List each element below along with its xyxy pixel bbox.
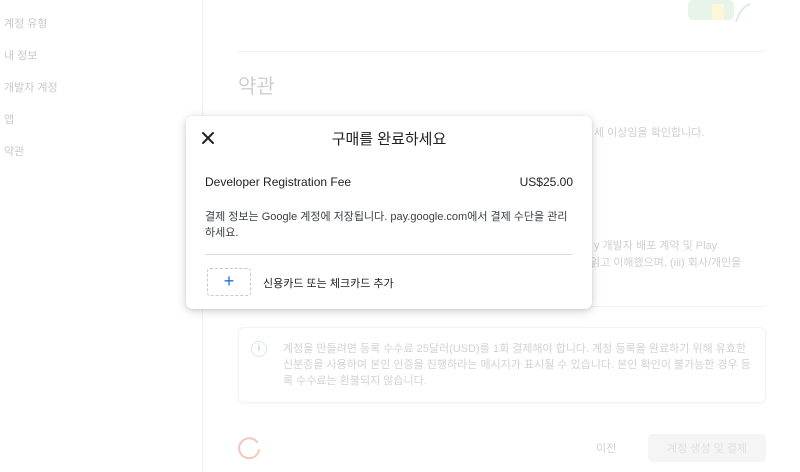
- add-card-label[interactable]: 신용카드 또는 체크카드 추가: [263, 275, 394, 291]
- sidebar-item-developer-account[interactable]: 개발자 계정: [4, 79, 58, 95]
- sidebar-item-terms[interactable]: 약관: [4, 143, 24, 159]
- dialog-title: 구매를 완료하세요: [331, 131, 447, 148]
- add-card-button[interactable]: + 신용카드 또는 체크카드 추가: [207, 268, 547, 296]
- sidebar-item-my-info[interactable]: 내 정보: [4, 47, 37, 63]
- loading-spinner-icon: [238, 437, 260, 460]
- registration-fee-notice: i 계정을 만들려면 등록 수수료 25달러(USD)를 1회 결제해야 합니다…: [238, 327, 766, 403]
- fee-item-label: Developer Registration Fee: [205, 175, 352, 189]
- dialog-divider: [205, 254, 573, 255]
- sidebar: 계정 유형 내 정보 개발자 계정 앱 약관: [0, 0, 203, 472]
- plus-icon[interactable]: +: [207, 268, 251, 296]
- terms-age-text: 세 이상임을 확인합니다.: [594, 127, 705, 139]
- complete-purchase-dialog: 구매를 완료하세요 Developer Registration Fee US$…: [186, 116, 592, 309]
- info-icon: i: [251, 341, 267, 357]
- terms-section-title: 약관: [238, 76, 275, 98]
- create-account-and-pay-button[interactable]: 계정 생성 및 결제: [648, 434, 766, 462]
- terms-agreement-text-2: 읽고 이해했으며, (iii) 회사/개인을: [590, 257, 742, 269]
- payment-info-note: 결제 정보는 Google 계정에 저장됩니다. pay.google.com에…: [205, 211, 568, 239]
- sidebar-item-account-type[interactable]: 계정 유형: [4, 15, 48, 31]
- fee-item-amount: US$25.00: [519, 175, 573, 189]
- registration-fee-notice-text: 계정을 만들려면 등록 수수료 25달러(USD)를 1회 결제해야 합니다. …: [283, 343, 751, 387]
- sidebar-item-apps[interactable]: 앱: [4, 111, 14, 127]
- terms-agreement-text: y 개발자 배포 계약 및 Play: [594, 240, 718, 252]
- previous-button[interactable]: 이전: [596, 440, 616, 456]
- section-divider: [238, 51, 765, 52]
- decorative-illustration: [688, 0, 751, 22]
